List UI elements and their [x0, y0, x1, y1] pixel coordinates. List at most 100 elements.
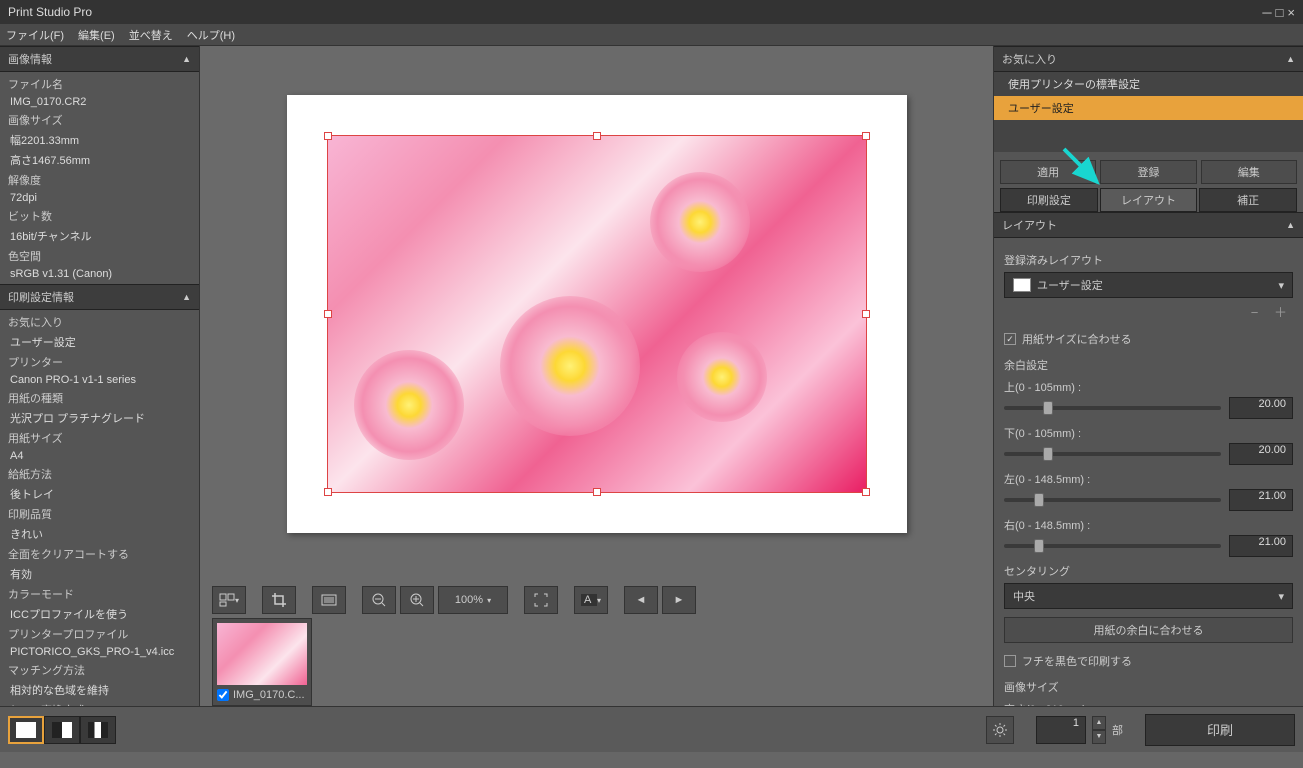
info-label: 印刷品質: [0, 504, 199, 524]
spin-up-button[interactable]: ▲: [1092, 716, 1106, 730]
layout-tool-button[interactable]: ▾: [212, 586, 246, 614]
crop-handle[interactable]: [862, 310, 870, 318]
zoom-select[interactable]: 100%▾: [438, 586, 508, 614]
preset-value: ユーザー設定: [1037, 277, 1103, 293]
height-label: 高さ(0 - 210mm) :: [1004, 701, 1293, 706]
menu-file[interactable]: ファイル(F): [6, 27, 64, 43]
slider-thumb[interactable]: [1034, 493, 1044, 507]
register-button[interactable]: 登録: [1100, 160, 1196, 184]
zoom-in-button[interactable]: [400, 586, 434, 614]
info-value: 幅2201.33mm: [0, 130, 199, 150]
info-label: 色空間: [0, 246, 199, 266]
info-label: カラーモード: [0, 584, 199, 604]
info-value: 高さ1467.56mm: [0, 150, 199, 170]
fit-button[interactable]: [312, 586, 346, 614]
checkbox-unchecked-icon[interactable]: [1004, 655, 1016, 667]
collapse-icon[interactable]: ▲: [182, 54, 191, 64]
left-panel: 画像情報 ▲ ファイル名IMG_0170.CR2画像サイズ幅2201.33mm高…: [0, 46, 200, 706]
next-button[interactable]: ►: [662, 586, 696, 614]
tab-print-settings[interactable]: 印刷設定: [1000, 188, 1098, 212]
svg-text:A: A: [584, 594, 592, 606]
copies-input[interactable]: 1: [1036, 716, 1086, 744]
info-value: 光沢プロ プラチナグレード: [0, 408, 199, 428]
tab-layout[interactable]: レイアウト: [1100, 188, 1198, 212]
view-mode-single[interactable]: [8, 716, 44, 744]
preview-toolbar: ▾ 100%▾ A▾ ◄ ►: [200, 582, 993, 618]
margin-control: 左(0 - 148.5mm) : 21.00: [1004, 471, 1293, 511]
crop-handle[interactable]: [593, 488, 601, 496]
margin-input[interactable]: 21.00: [1229, 489, 1293, 511]
maximize-icon[interactable]: □: [1276, 5, 1284, 20]
slider-thumb[interactable]: [1034, 539, 1044, 553]
chevron-down-icon: ▾: [1278, 279, 1284, 292]
gear-icon: [992, 722, 1008, 738]
edit-button[interactable]: 編集: [1201, 160, 1297, 184]
fit-paper-label: 用紙サイズに合わせる: [1022, 331, 1132, 347]
close-icon[interactable]: ×: [1287, 5, 1295, 20]
margin-slider[interactable]: [1004, 406, 1221, 410]
tab-correction[interactable]: 補正: [1199, 188, 1297, 212]
crop-handle[interactable]: [862, 132, 870, 140]
info-label: 用紙サイズ: [0, 428, 199, 448]
collapse-icon[interactable]: ▲: [1286, 220, 1295, 230]
layout-section-header[interactable]: レイアウト ▲: [994, 212, 1303, 238]
checkbox-checked-icon[interactable]: ✓: [1004, 333, 1016, 345]
slider-thumb[interactable]: [1043, 447, 1053, 461]
fit-margin-button[interactable]: 用紙の余白に合わせる: [1004, 617, 1293, 643]
margin-input[interactable]: 20.00: [1229, 443, 1293, 465]
menu-sort[interactable]: 並べ替え: [129, 27, 173, 43]
margin-slider[interactable]: [1004, 498, 1221, 502]
preset-add-remove[interactable]: − ＋: [1004, 302, 1293, 321]
crop-handle[interactable]: [324, 488, 332, 496]
fit-paper-checkbox-row[interactable]: ✓ 用紙サイズに合わせる: [1004, 331, 1293, 347]
info-label: マッチング方法: [0, 660, 199, 680]
settings-button[interactable]: [986, 716, 1014, 744]
spin-down-button[interactable]: ▼: [1092, 730, 1106, 744]
apply-button[interactable]: 適用: [1000, 160, 1096, 184]
menubar: ファイル(F) 編集(E) 並べ替え ヘルプ(H): [0, 24, 1303, 46]
settings-tabs: 印刷設定 レイアウト 補正: [994, 188, 1303, 212]
menu-edit[interactable]: 編集(E): [78, 27, 115, 43]
fullscreen-button[interactable]: [524, 586, 558, 614]
crop-handle[interactable]: [324, 132, 332, 140]
margin-label: 上(0 - 105mm) :: [1004, 379, 1293, 395]
zoom-value: 100%: [455, 594, 483, 606]
zoom-out-button[interactable]: [362, 586, 396, 614]
crop-handle[interactable]: [593, 132, 601, 140]
margin-input[interactable]: 20.00: [1229, 397, 1293, 419]
crop-handle[interactable]: [862, 488, 870, 496]
crop-handle[interactable]: [324, 310, 332, 318]
favorites-header[interactable]: お気に入り ▲: [994, 46, 1303, 72]
centering-select[interactable]: 中央 ▾: [1004, 583, 1293, 609]
print-button[interactable]: 印刷: [1145, 714, 1295, 746]
collapse-icon[interactable]: ▲: [182, 292, 191, 302]
crop-button[interactable]: [262, 586, 296, 614]
print-info-list: お気に入りユーザー設定プリンターCanon PRO-1 v1-1 series用…: [0, 310, 199, 706]
prev-button[interactable]: ◄: [624, 586, 658, 614]
black-border-checkbox-row[interactable]: フチを黒色で印刷する: [1004, 653, 1293, 669]
info-label: プリンタープロファイル: [0, 624, 199, 644]
favorite-item-selected[interactable]: ユーザー設定: [994, 96, 1303, 120]
thumbnail-checkbox[interactable]: [217, 689, 229, 701]
margin-input[interactable]: 21.00: [1229, 535, 1293, 557]
slider-thumb[interactable]: [1043, 401, 1053, 415]
print-info-header[interactable]: 印刷設定情報 ▲: [0, 284, 199, 310]
view-mode-split[interactable]: [44, 716, 80, 744]
margin-slider[interactable]: [1004, 544, 1221, 548]
image-info-header[interactable]: 画像情報 ▲: [0, 46, 199, 72]
text-tool-button[interactable]: A▾: [574, 586, 608, 614]
view-mode-triple[interactable]: [80, 716, 116, 744]
window-controls: ─ □ ×: [1262, 5, 1295, 20]
info-label: 解像度: [0, 170, 199, 190]
layout-preset-select[interactable]: ユーザー設定 ▾: [1004, 272, 1293, 298]
thumbnail[interactable]: IMG_0170.C...: [212, 618, 312, 706]
print-info-title: 印刷設定情報: [8, 289, 74, 305]
minimize-icon[interactable]: ─: [1262, 5, 1271, 20]
titlebar: Print Studio Pro ─ □ ×: [0, 0, 1303, 24]
margin-slider[interactable]: [1004, 452, 1221, 456]
thumbnail-strip: IMG_0170.C...: [200, 618, 993, 706]
image-crop-box[interactable]: [327, 135, 867, 493]
menu-help[interactable]: ヘルプ(H): [187, 27, 235, 43]
favorite-item[interactable]: 使用プリンターの標準設定: [994, 72, 1303, 96]
collapse-icon[interactable]: ▲: [1286, 54, 1295, 64]
